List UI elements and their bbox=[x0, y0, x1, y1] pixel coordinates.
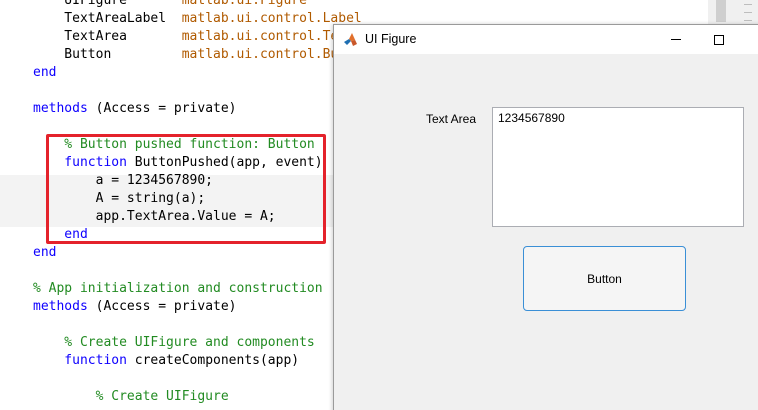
code-token: % App initialization and construction bbox=[33, 281, 323, 296]
text-area-label: Text Area bbox=[426, 112, 477, 126]
code-token: createComponents(app) bbox=[126, 353, 300, 368]
code-token: matlab.ui.Figure bbox=[181, 0, 307, 8]
code-line: % App initialization and construction bbox=[33, 280, 323, 298]
code-token: (Access = private) bbox=[87, 101, 237, 116]
code-token: end bbox=[33, 245, 57, 260]
code-token: UIFigure bbox=[33, 0, 182, 8]
code-line: TextAreaLabel matlab.ui.control.Label bbox=[33, 10, 361, 28]
code-token: TextAreaLabel bbox=[33, 11, 182, 26]
code-token: methods bbox=[33, 299, 88, 314]
minimize-button[interactable] bbox=[656, 25, 696, 54]
code-line: end bbox=[33, 64, 56, 82]
matlab-icon bbox=[343, 32, 358, 47]
code-line: function createComponents(app) bbox=[33, 352, 299, 370]
figure-client-area: Text Area 1234567890 Button bbox=[334, 54, 758, 410]
window-title: UI Figure bbox=[365, 32, 417, 46]
divider bbox=[744, 4, 752, 5]
maximize-icon bbox=[714, 34, 724, 45]
divider bbox=[744, 12, 752, 13]
window-titlebar[interactable]: UI Figure bbox=[334, 25, 758, 54]
code-line: % Create UIFigure bbox=[33, 388, 229, 406]
highlight-box bbox=[46, 134, 326, 244]
push-button[interactable]: Button bbox=[523, 246, 686, 311]
code-line: % Create UIFigure and components bbox=[33, 334, 315, 352]
code-line: methods (Access = private) bbox=[33, 298, 237, 316]
code-line: end bbox=[33, 244, 56, 262]
maximize-button[interactable] bbox=[699, 25, 739, 54]
code-line: UIFigure matlab.ui.Figure bbox=[33, 0, 307, 10]
scrollbar-thumb[interactable] bbox=[716, 0, 726, 22]
code-token: end bbox=[33, 65, 57, 80]
ui-figure-window: UI Figure Text Area 1234567890 Button bbox=[333, 24, 758, 410]
minimize-icon bbox=[671, 39, 681, 40]
code-token: function bbox=[33, 353, 127, 368]
code-line: methods (Access = private) bbox=[33, 100, 237, 118]
code-token: (Access = private) bbox=[87, 299, 237, 314]
code-token: TextArea bbox=[33, 29, 182, 44]
screen: UIFigure matlab.ui.Figure TextAreaLabel … bbox=[0, 0, 758, 410]
code-token: % Create UIFigure and components bbox=[33, 335, 315, 350]
text-area[interactable]: 1234567890 bbox=[492, 107, 744, 227]
divider bbox=[744, 20, 752, 21]
code-token: Button bbox=[33, 47, 182, 62]
code-token: % Create UIFigure bbox=[33, 389, 229, 404]
code-line: Button matlab.ui.control.Button bbox=[33, 46, 369, 64]
code-token: methods bbox=[33, 101, 88, 116]
